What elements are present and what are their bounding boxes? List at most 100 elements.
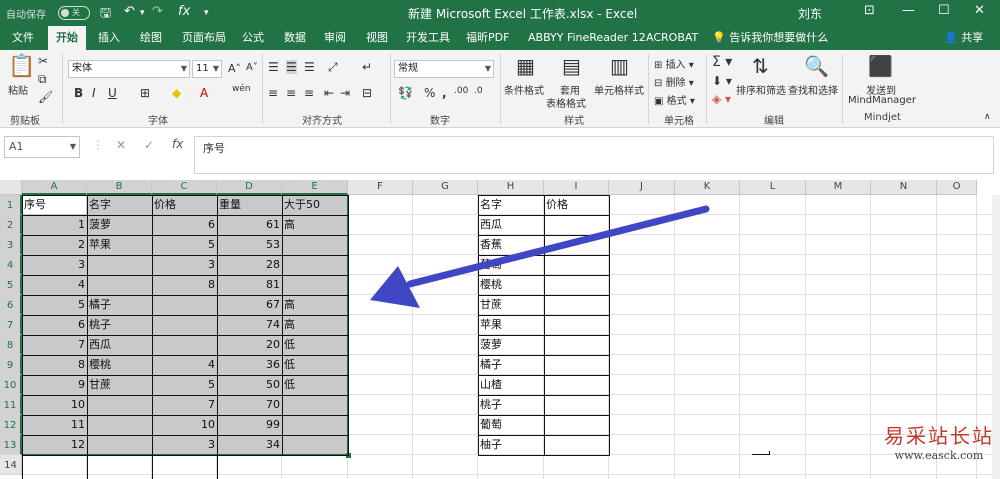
fill-color-icon[interactable]: ◆ xyxy=(172,86,181,100)
tab-data[interactable]: 数据 xyxy=(284,26,306,50)
collapse-ribbon-icon[interactable]: ∧ xyxy=(984,112,991,122)
number-format-combo[interactable]: 常规 ▼ xyxy=(394,60,494,78)
font-size-combo[interactable]: 11 ▼ xyxy=(192,60,222,78)
comma-icon[interactable]: , xyxy=(442,86,447,100)
formula-input[interactable]: 序号 xyxy=(194,136,994,174)
lightbulb-icon: 💡 xyxy=(712,31,730,44)
font-group-label: 字体 xyxy=(148,116,168,127)
autosave-toggle[interactable]: 关 xyxy=(58,6,90,20)
tell-me-text: 告诉我你想要做什么 xyxy=(729,31,829,44)
align-bottom-icon[interactable]: ☰ xyxy=(304,60,315,74)
copy-icon[interactable]: ⧉ xyxy=(38,72,47,87)
redo-icon[interactable]: ↷ xyxy=(152,4,163,19)
decrease-font-icon[interactable]: A˅ xyxy=(246,62,258,73)
name-box-value: A1 xyxy=(9,140,24,153)
align-center-icon[interactable]: ≡ xyxy=(286,86,296,100)
italic-icon[interactable]: I xyxy=(92,86,96,100)
undo-dropdown-icon[interactable]: ▾ xyxy=(140,8,145,18)
align-top-icon[interactable]: ☰ xyxy=(268,60,279,74)
tab-formulas[interactable]: 公式 xyxy=(242,26,264,50)
font-name-combo[interactable]: 宋体 ▼ xyxy=(68,60,190,78)
tab-developer[interactable]: 开发工具 xyxy=(406,26,450,50)
find-select-icon[interactable]: 🔍 xyxy=(804,54,829,78)
editing-group-label: 编辑 xyxy=(764,116,784,127)
tab-abbyy[interactable]: ABBYY FineReader 12 xyxy=(528,26,646,50)
insert-cells-button[interactable]: ⊞ 插入 ▾ xyxy=(654,56,694,71)
tab-page-layout[interactable]: 页面布局 xyxy=(182,26,226,50)
accounting-icon[interactable]: 💱 xyxy=(398,86,413,100)
tell-me-box[interactable]: 💡 告诉我你想要做什么 xyxy=(712,26,828,50)
decrease-indent-icon[interactable]: ⇤ xyxy=(324,86,334,100)
cancel-icon[interactable]: ✕ xyxy=(116,138,126,152)
sort-filter-icon[interactable]: ⇅ xyxy=(752,54,769,78)
fx-qat-icon[interactable]: fx xyxy=(178,4,190,19)
conditional-format-button[interactable]: 条件格式 xyxy=(504,82,544,97)
bold-icon[interactable]: B xyxy=(74,86,83,100)
tab-insert[interactable]: 插入 xyxy=(98,26,120,50)
format-cells-button[interactable]: ▣ 格式 ▾ xyxy=(654,92,695,107)
wrap-text-icon[interactable]: ↵ xyxy=(362,60,372,74)
number-format-value: 常规 xyxy=(398,63,418,74)
align-right-icon[interactable]: ≡ xyxy=(304,86,314,100)
insert-icon: ⊞ xyxy=(654,60,666,71)
chevron-down-icon: ▼ xyxy=(69,142,76,151)
window-title: 新建 Microsoft Excel 工作表.xlsx - Excel xyxy=(408,7,638,21)
send-to-mindmanager-line2[interactable]: MindManager xyxy=(848,95,916,106)
autosum-icon[interactable]: Σ ▾ xyxy=(712,54,732,70)
maximize-icon[interactable]: ☐ xyxy=(938,3,950,18)
sort-filter-button[interactable]: 排序和筛选 xyxy=(736,82,786,97)
separator xyxy=(62,54,63,124)
cell-styles-button[interactable]: 单元格样式 xyxy=(594,82,644,97)
delete-cells-button[interactable]: ⊟ 删除 ▾ xyxy=(654,74,694,89)
increase-font-icon[interactable]: A˄ xyxy=(228,62,241,75)
format-table-icon[interactable]: ▤ xyxy=(562,54,581,78)
tab-review[interactable]: 审阅 xyxy=(324,26,346,50)
ribbon-display-icon[interactable]: ⊡ xyxy=(864,3,875,18)
tab-draw[interactable]: 绘图 xyxy=(140,26,162,50)
orientation-icon[interactable]: ⤢ xyxy=(328,60,338,75)
conditional-format-icon[interactable]: ▦ xyxy=(516,54,535,78)
tab-acrobat[interactable]: ACROBAT xyxy=(646,26,698,50)
tab-file[interactable]: 文件 xyxy=(12,26,34,50)
ribbon-tabs: 文件 开始 插入 绘图 页面布局 公式 数据 审阅 视图 开发工具 福昕PDF … xyxy=(0,26,1000,50)
separator xyxy=(648,54,649,124)
format-painter-icon[interactable]: 🖌 xyxy=(38,90,53,104)
paste-icon[interactable]: 📋 xyxy=(8,54,35,79)
fill-icon[interactable]: ⬇ ▾ xyxy=(712,74,732,88)
tab-home[interactable]: 开始 xyxy=(48,26,86,50)
name-box[interactable]: A1 ▼ xyxy=(4,136,80,158)
phonetic-icon[interactable]: wén xyxy=(232,84,251,94)
increase-indent-icon[interactable]: ⇥ xyxy=(340,86,350,100)
watermark-line2: www.easck.com xyxy=(894,449,984,462)
insert-function-icon[interactable]: fx xyxy=(172,137,183,151)
format-table-button-line2[interactable]: 表格格式 xyxy=(546,95,586,110)
cell-styles-icon[interactable]: ▥ xyxy=(610,54,629,78)
align-left-icon[interactable]: ≡ xyxy=(268,86,278,100)
clear-icon[interactable]: ◈ ▾ xyxy=(712,92,731,106)
tab-view[interactable]: 视图 xyxy=(366,26,388,50)
increase-decimal-icon[interactable]: .00 xyxy=(454,86,468,96)
paste-button[interactable]: 粘贴 xyxy=(8,82,28,97)
share-button[interactable]: 👤 共享 xyxy=(944,26,983,50)
find-select-button[interactable]: 查找和选择 xyxy=(788,82,838,97)
mindmanager-icon[interactable]: ⬛ xyxy=(868,54,893,78)
undo-icon[interactable]: ↶ xyxy=(124,4,135,19)
user-name[interactable]: 刘东 xyxy=(798,5,822,22)
minimize-icon[interactable]: — xyxy=(902,3,915,18)
close-icon[interactable]: ✕ xyxy=(974,3,985,18)
cut-icon[interactable]: ✂ xyxy=(38,54,48,68)
save-icon[interactable]: 🖫 xyxy=(100,4,111,26)
worksheet-grid[interactable]: A B C D E F G H I J K L M N O 1 2 3 4 5 6 7 8 9 10 11 12 13 14 序号 名字 价格… xyxy=(0,180,1000,479)
borders-icon[interactable]: ⊞ xyxy=(140,86,150,100)
enter-icon[interactable]: ✓ xyxy=(144,138,154,152)
merge-center-icon[interactable]: ⊟ xyxy=(362,86,372,100)
font-color-icon[interactable]: A xyxy=(200,86,208,100)
underline-icon[interactable]: U xyxy=(108,86,117,100)
tab-foxit-pdf[interactable]: 福昕PDF xyxy=(466,26,509,50)
decrease-decimal-icon[interactable]: .0 xyxy=(474,86,483,96)
percent-icon[interactable]: % xyxy=(424,86,435,100)
align-middle-icon[interactable]: ☰ xyxy=(286,60,297,74)
separator xyxy=(500,54,501,124)
chevron-down-icon: ▼ xyxy=(180,64,187,73)
customize-qat-icon[interactable]: ▾ xyxy=(204,8,209,18)
